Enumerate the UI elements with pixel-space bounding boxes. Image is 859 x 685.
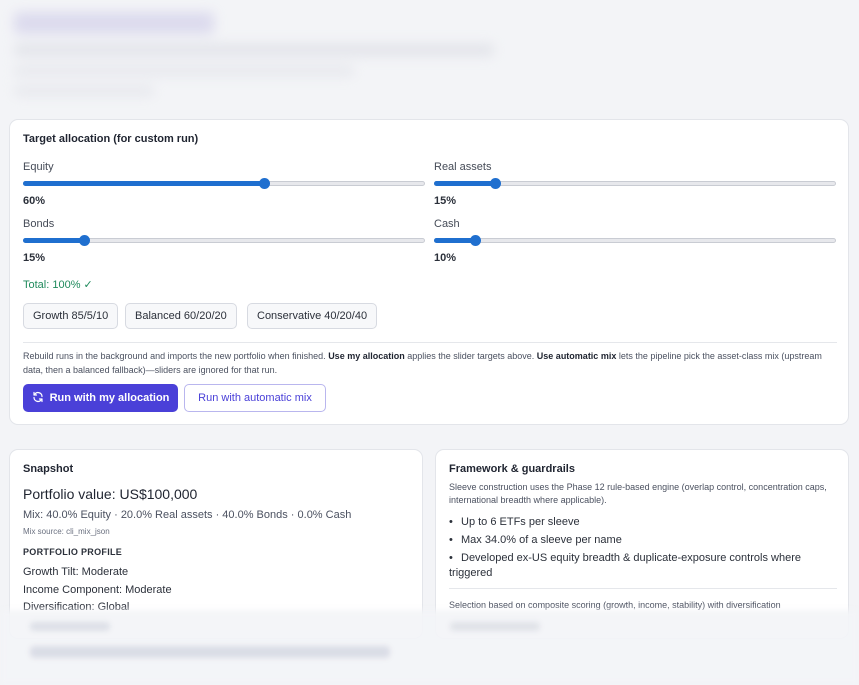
- slider-value-bonds: 15%: [23, 252, 46, 264]
- slider-value-cash: 10%: [434, 252, 457, 264]
- slider-bonds[interactable]: [23, 235, 425, 246]
- slider-label-cash: Cash: [434, 218, 460, 230]
- slider-equity[interactable]: [23, 178, 425, 189]
- portfolio-mix: Mix: 40.0% Equity · 20.0% Real assets · …: [23, 509, 352, 521]
- slider-thumb-cash[interactable]: [470, 235, 481, 246]
- list-item: • Up to 6 ETFs per sleeve: [449, 516, 580, 528]
- divider: [23, 342, 837, 343]
- slider-label-real-assets: Real assets: [434, 161, 492, 173]
- run-with-automatic-mix-button[interactable]: Run with automatic mix: [184, 384, 326, 412]
- framework-description: Sleeve construction uses the Phase 12 ru…: [449, 482, 827, 505]
- preset-balanced-button[interactable]: Balanced 60/20/20: [125, 303, 237, 329]
- portfolio-profile-heading: PORTFOLIO PROFILE: [23, 547, 123, 557]
- blurred-footer: [0, 610, 859, 685]
- slider-thumb-equity[interactable]: [259, 178, 270, 189]
- run-note: Rebuild runs in the background and impor…: [23, 351, 822, 375]
- mix-source: Mix source: cli_mix_json: [23, 527, 110, 536]
- slider-real-assets[interactable]: [434, 178, 836, 189]
- list-item: • Max 34.0% of a sleeve per name: [449, 534, 622, 546]
- snapshot-title: Snapshot: [23, 463, 74, 475]
- profile-income-component: Income Component: Moderate: [23, 584, 172, 596]
- profile-growth-tilt: Growth Tilt: Moderate: [23, 566, 129, 578]
- slider-value-equity: 60%: [23, 195, 46, 207]
- slider-cash[interactable]: [434, 235, 836, 246]
- slider-label-equity: Equity: [23, 161, 54, 173]
- framework-list: • Up to 6 ETFs per sleeve • Max 34.0% of a…: [449, 515, 834, 584]
- target-allocation-card: Target allocation (for custom run) Equit…: [9, 119, 849, 425]
- framework-footer: Selection based on composite scoring (gr…: [449, 600, 781, 610]
- portfolio-value: Portfolio value: US$100,000: [23, 486, 198, 502]
- divider: [449, 588, 837, 589]
- run-with-my-allocation-button[interactable]: Run with my allocation: [23, 384, 178, 412]
- preset-conservative-button[interactable]: Conservative 40/20/40: [247, 303, 378, 329]
- allocation-total: Total: 100% ✓: [23, 279, 93, 291]
- preset-growth-button[interactable]: Growth 85/5/10: [23, 303, 119, 329]
- slider-thumb-real-assets[interactable]: [490, 178, 501, 189]
- run-primary-label: Run with my allocation: [49, 392, 170, 404]
- list-item: • Developed ex-US equity breadth & duplic…: [449, 552, 801, 579]
- allocation-title: Target allocation (for custom run): [23, 133, 199, 145]
- slider-thumb-bonds[interactable]: [79, 235, 90, 246]
- slider-value-real-assets: 15%: [434, 195, 457, 207]
- refresh-icon: [32, 391, 44, 406]
- blurred-header: [0, 0, 859, 105]
- framework-title: Framework & guardrails: [449, 463, 575, 475]
- slider-label-bonds: Bonds: [23, 218, 55, 230]
